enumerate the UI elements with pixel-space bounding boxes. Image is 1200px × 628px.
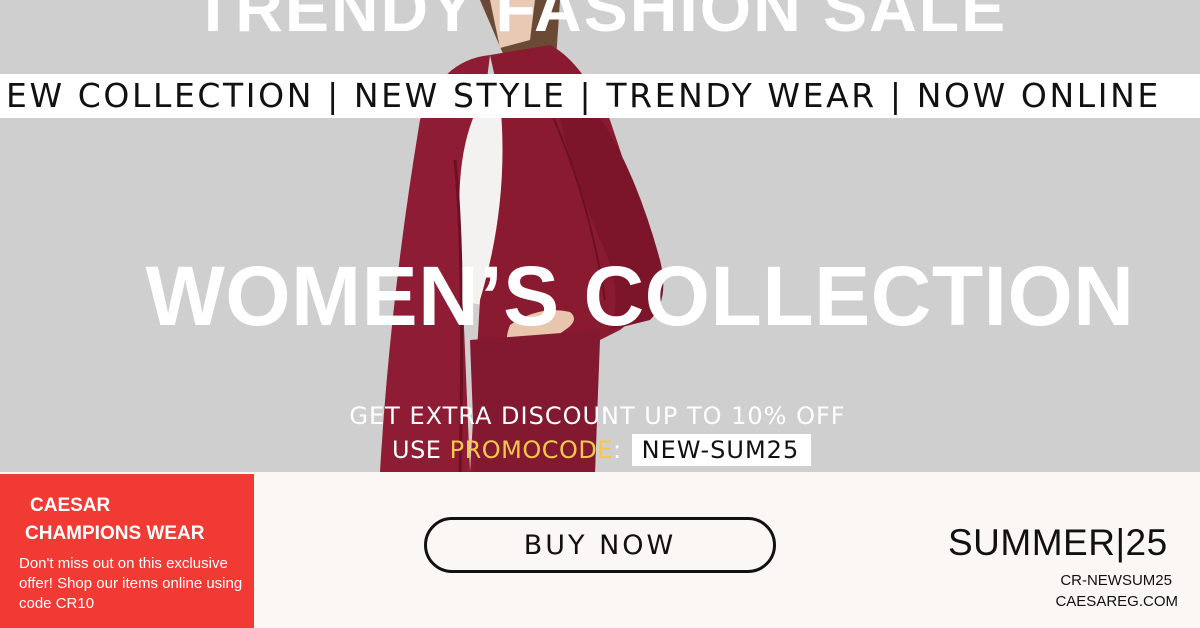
ticker-strip: EW COLLECTION | NEW STYLE | TRENDY WEAR … <box>0 74 1200 118</box>
season-label: SUMMER|25 <box>948 522 1168 563</box>
brand-name-line2: CHAMPIONS WEAR <box>25 523 205 544</box>
promo-code: NEW-SUM25 <box>631 434 812 466</box>
buy-now-button[interactable]: BUY NOW <box>424 517 776 573</box>
promo-prefix: USE <box>392 436 450 464</box>
promo-word: PROMOCODE <box>449 436 614 464</box>
brand-description: Don't miss out on this exclusive offer! … <box>19 555 243 612</box>
brand-box: CAESAR CHAMPIONS WEAR Don't miss out on … <box>0 474 254 628</box>
discount-text: GET EXTRA DISCOUNT UP TO 10% OFF <box>349 402 846 430</box>
promo-code-small: CR-NEWSUM25 <box>1060 572 1172 589</box>
brand-name: CAESAR CHAMPIONS WEAR <box>25 492 204 548</box>
headline: WOMEN’S COLLECTION <box>145 249 1135 343</box>
hero-banner: TRENDY FASHION SALE EW COLLECTION | NEW … <box>0 0 1200 472</box>
bottom-bar: CAESAR CHAMPIONS WEAR Don't miss out on … <box>0 472 1200 628</box>
promo-line: USE PROMOCODE : NEW-SUM25 <box>392 434 812 466</box>
top-title: TRENDY FASHION SALE <box>192 0 1008 45</box>
website-link[interactable]: CAESAREG.COM <box>1055 593 1178 610</box>
brand-name-line1: CAESAR <box>30 495 111 516</box>
promo-colon: : <box>613 436 622 464</box>
ticker-text: EW COLLECTION | NEW STYLE | TRENDY WEAR … <box>6 76 1161 115</box>
